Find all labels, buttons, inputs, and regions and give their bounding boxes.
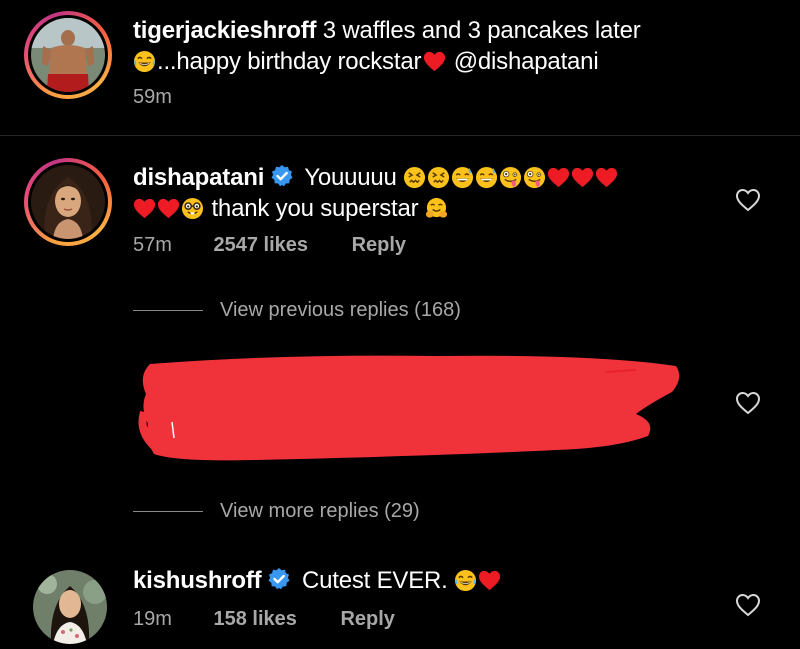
- avatar-tigerjackieshroff[interactable]: [24, 11, 112, 99]
- reply-button[interactable]: Reply: [340, 608, 394, 630]
- red-heart-emoji: [595, 166, 618, 189]
- red-heart-emoji: [547, 166, 570, 189]
- like-heart-icon[interactable]: [735, 188, 761, 212]
- view-previous-replies-link[interactable]: View previous replies (168): [220, 299, 461, 322]
- comment-text: Youuuuu: [304, 164, 397, 191]
- avatar-photo: [31, 18, 105, 92]
- comment-body: kishushroff Cutest EVER.: [133, 565, 723, 596]
- red-heart-emoji: [133, 197, 156, 220]
- avatar-kishushroff[interactable]: [33, 570, 107, 644]
- zany-emoji: [499, 166, 522, 189]
- comment-meta: 57m 2547 likes Reply: [133, 234, 406, 257]
- mention-link[interactable]: @dishapatani: [454, 48, 599, 75]
- comment-time: 57m: [133, 234, 172, 256]
- comment-text: ...happy birthday rockstar: [157, 48, 422, 75]
- reply-thread-line: [133, 310, 203, 311]
- redacted-reply: [136, 352, 684, 467]
- comment-text: 3 waffles and 3 pancakes later: [322, 17, 641, 44]
- zany-emoji: [523, 166, 546, 189]
- red-heart-emoji: [571, 166, 594, 189]
- username[interactable]: tigerjackieshroff: [133, 17, 317, 44]
- confounded-emoji: [427, 166, 450, 189]
- username[interactable]: kishushroff: [133, 567, 262, 594]
- red-heart-emoji: [478, 569, 501, 592]
- likes-count[interactable]: 2547 likes: [213, 234, 308, 256]
- verified-badge-icon: [270, 164, 294, 188]
- reply-button[interactable]: Reply: [352, 234, 406, 256]
- confounded-emoji: [403, 166, 426, 189]
- avatar-photo: [31, 165, 105, 239]
- reply-thread-line: [133, 511, 203, 512]
- comment-time: 19m: [133, 608, 172, 630]
- red-heart-emoji: [157, 197, 180, 220]
- red-heart-emoji: [423, 50, 446, 73]
- view-more-replies-link[interactable]: View more replies (29): [220, 500, 420, 523]
- grinning-sweat-emoji: [451, 166, 474, 189]
- comment-body: tigerjackieshroff 3 waffles and 3 pancak…: [133, 15, 753, 77]
- likes-count[interactable]: 158 likes: [213, 608, 296, 630]
- tears-of-joy-emoji: [454, 569, 477, 592]
- like-heart-icon[interactable]: [735, 593, 761, 617]
- comment-meta: 19m 158 likes Reply: [133, 608, 395, 631]
- comment-text: Cutest EVER.: [301, 567, 448, 594]
- divider: [0, 135, 800, 136]
- tears-of-joy-emoji: [133, 50, 156, 73]
- like-heart-icon[interactable]: [735, 391, 761, 415]
- comment-time: 59m: [133, 86, 172, 108]
- verified-badge-icon: [267, 567, 291, 591]
- nerd-emoji: [181, 197, 204, 220]
- hugging-emoji: [425, 197, 448, 220]
- comment-text: thank you superstar: [211, 195, 419, 222]
- comment-body: dishapatani Youuuuu thank you superstar: [133, 162, 723, 224]
- avatar-dishapatani[interactable]: [24, 158, 112, 246]
- username[interactable]: dishapatani: [133, 164, 264, 191]
- grinning-sweat-emoji: [475, 166, 498, 189]
